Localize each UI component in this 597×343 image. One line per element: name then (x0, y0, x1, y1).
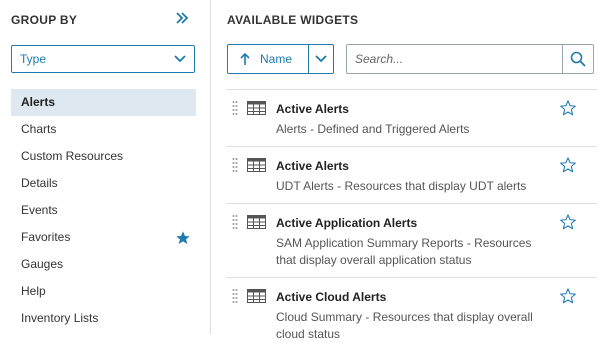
drag-handle-icon[interactable] (232, 288, 238, 304)
group-item-label: Inventory Lists (21, 311, 99, 325)
sort-button[interactable]: Name (228, 45, 309, 73)
table-icon (247, 158, 266, 172)
group-item-label: Details (21, 176, 58, 190)
group-item-charts[interactable]: Charts (11, 116, 196, 143)
widget-item[interactable]: Active Application Alerts SAM Application… (226, 203, 597, 277)
group-item-alerts[interactable]: Alerts (11, 89, 196, 116)
search-button[interactable] (562, 45, 593, 73)
group-item-favorites[interactable]: Favorites (11, 224, 196, 251)
widget-description: Alerts - Defined and Triggered Alerts (276, 122, 470, 136)
table-icon (247, 215, 266, 229)
search-icon (570, 51, 586, 67)
drag-handle-icon[interactable] (232, 157, 238, 173)
table-icon (247, 289, 266, 303)
group-by-title: GROUP BY (11, 13, 78, 27)
arrow-up-icon (240, 52, 250, 65)
group-item-help[interactable]: Help (11, 278, 196, 305)
widget-title: Active Alerts (276, 102, 349, 116)
group-item-label: Help (21, 284, 46, 298)
group-item-label: Alerts (21, 95, 56, 109)
widget-list: Active Alerts Alerts - Defined and Trigge… (226, 89, 597, 341)
group-item-details[interactable]: Details (11, 170, 196, 197)
widget-title: Active Application Alerts (276, 216, 418, 230)
widget-item[interactable]: Active Alerts UDT Alerts - Resources that… (226, 146, 597, 203)
widget-title: Active Alerts (276, 159, 349, 173)
group-item-events[interactable]: Events (11, 197, 196, 224)
available-widgets-title: AVAILABLE WIDGETS (227, 13, 359, 27)
search-input[interactable] (347, 45, 562, 73)
table-icon (247, 101, 266, 115)
widget-title: Active Cloud Alerts (276, 290, 387, 304)
star-filled-icon (176, 231, 190, 244)
available-widgets-panel: AVAILABLE WIDGETS Name Active Alerts Aler… (212, 0, 597, 341)
group-item-label: Charts (21, 122, 57, 136)
group-item-label: Events (21, 203, 58, 217)
group-item-label: Gauges (21, 257, 64, 271)
group-item-label: Favorites (21, 230, 71, 244)
group-item-gauges[interactable]: Gauges (11, 251, 196, 278)
widget-description: SAM Application Summary Reports - Resour… (276, 236, 532, 267)
chevron-down-icon (174, 55, 186, 63)
group-item-label: Custom Resources (21, 149, 124, 163)
group-by-select-value: Type (20, 52, 47, 66)
widget-description: Cloud Summary - Resources that display o… (276, 310, 533, 341)
star-outline-icon[interactable] (559, 99, 577, 117)
group-list: Alerts Charts Custom Resources Details Event… (11, 89, 196, 332)
star-outline-icon[interactable] (559, 213, 577, 231)
sort-label: Name (260, 52, 293, 66)
sort-dropdown-button[interactable] (309, 45, 333, 73)
group-item-custom-resources[interactable]: Custom Resources (11, 143, 196, 170)
drag-handle-icon[interactable] (232, 214, 238, 230)
widget-item[interactable]: Active Alerts Alerts - Defined and Trigge… (226, 89, 597, 146)
widget-description: UDT Alerts - Resources that display UDT … (276, 179, 527, 193)
sort-control: Name (227, 44, 334, 74)
search-box (346, 44, 594, 74)
star-outline-icon[interactable] (559, 287, 577, 305)
group-by-select[interactable]: Type (11, 45, 195, 73)
collapse-panel-icon[interactable] (172, 8, 192, 28)
chevron-down-icon (315, 55, 327, 63)
group-item-inventory-lists[interactable]: Inventory Lists (11, 305, 196, 332)
star-outline-icon[interactable] (559, 156, 577, 174)
drag-handle-icon[interactable] (232, 100, 238, 116)
widget-item[interactable]: Active Cloud Alerts Cloud Summary - Resou… (226, 277, 597, 341)
group-by-panel: GROUP BY Type Alerts Charts Custom Resourc… (0, 0, 211, 334)
